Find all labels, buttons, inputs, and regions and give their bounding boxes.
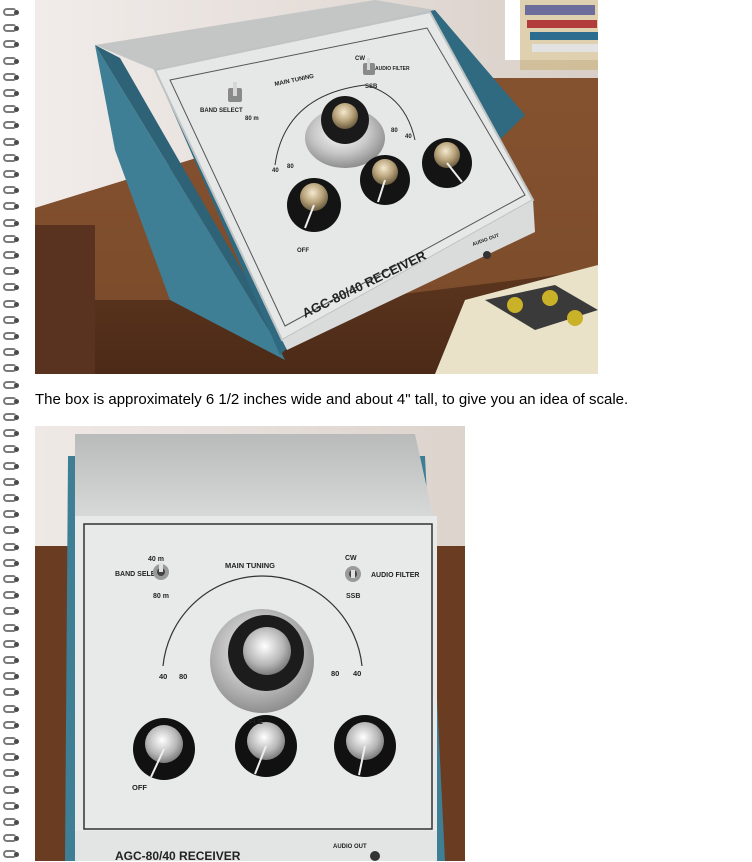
scale-left-80: 80 (179, 672, 187, 681)
scale-left-40: 40 (272, 168, 279, 174)
spiral-ring (3, 330, 21, 344)
audio-filter-label: AUDIO FILTER (375, 66, 410, 72)
ssb-label: SSB (346, 593, 360, 600)
spiral-ring (3, 103, 21, 117)
scale-left-80: 80 (287, 164, 294, 170)
off-label: OFF (297, 248, 309, 254)
spiral-ring (3, 168, 21, 182)
spiral-ring (3, 379, 21, 393)
spiral-ring (3, 767, 21, 781)
band-80-label: 80 m (153, 593, 169, 600)
spiral-ring (3, 152, 21, 166)
spiral-ring (3, 703, 21, 717)
scale-right-80: 80 (391, 128, 398, 134)
main-tuning-label: MAIN TUNING (225, 561, 275, 570)
spiral-ring (3, 6, 21, 20)
spiral-ring (3, 200, 21, 214)
spiral-ring (3, 735, 21, 749)
spiral-ring (3, 136, 21, 150)
spiral-ring (3, 265, 21, 279)
volume-knob[interactable] (287, 178, 341, 232)
spiral-ring (3, 281, 21, 295)
spiral-ring (3, 119, 21, 133)
spiral-ring (3, 784, 21, 798)
cw-label: CW (345, 555, 357, 562)
receiver-photo-front: BAND SELECT 40 m 80 m MAIN TUNING CW AUD… (35, 426, 465, 861)
spiral-ring (3, 524, 21, 538)
spiral-ring (3, 751, 21, 765)
spiral-ring (3, 508, 21, 522)
spiral-ring (3, 71, 21, 85)
spiral-ring (3, 298, 21, 312)
off-label: OFF (132, 783, 147, 792)
device-title: AGC-80/40 RECEIVER (115, 849, 241, 861)
spiral-ring (3, 638, 21, 652)
spiral-ring (3, 22, 21, 36)
spiral-ring (3, 427, 21, 441)
spiral-ring (3, 217, 21, 231)
spiral-ring (3, 346, 21, 360)
spiral-ring (3, 460, 21, 474)
audio-filter-label: AUDIO FILTER (371, 572, 419, 579)
rf-gain-knob[interactable] (334, 715, 396, 777)
spiral-binding (0, 0, 26, 861)
spiral-ring (3, 719, 21, 733)
fine-tune-knob[interactable] (235, 715, 297, 777)
band-select-label: BAND SELECT (200, 108, 243, 114)
spiral-ring (3, 573, 21, 587)
spiral-ring (3, 476, 21, 490)
scale-right-40: 40 (405, 134, 412, 140)
spiral-ring (3, 848, 21, 862)
audio-out-label: AUDIO OUT (333, 844, 367, 850)
spiral-ring (3, 55, 21, 69)
audio-out-jack[interactable] (370, 851, 380, 861)
spiral-ring (3, 686, 21, 700)
band-40-label: 40 m (148, 556, 164, 563)
spiral-ring (3, 816, 21, 830)
receiver-photo-front-image: BAND SELECT 40 m 80 m MAIN TUNING CW AUD… (35, 426, 465, 861)
spiral-ring (3, 654, 21, 668)
audio-filter-toggle[interactable] (345, 566, 361, 582)
spiral-ring (3, 362, 21, 376)
receiver-photo-angled: BAND SELECT 80 m MAIN TUNING CW AUDIO FI… (35, 0, 598, 374)
fine-tune-label-partial: FI E (249, 717, 263, 726)
spiral-ring (3, 38, 21, 52)
spiral-ring (3, 184, 21, 198)
spiral-ring (3, 800, 21, 814)
main-tuning-knob[interactable] (210, 609, 314, 713)
cw-label: CW (355, 56, 365, 62)
spiral-ring (3, 622, 21, 636)
volume-knob[interactable] (133, 718, 195, 780)
spiral-ring (3, 314, 21, 328)
spiral-ring (3, 832, 21, 846)
receiver-photo-angled-image: BAND SELECT 80 m MAIN TUNING CW AUDIO FI… (35, 0, 598, 374)
spiral-ring (3, 411, 21, 425)
spiral-ring (3, 670, 21, 684)
scale-right-40: 40 (353, 669, 361, 678)
spiral-ring (3, 87, 21, 101)
spiral-ring (3, 589, 21, 603)
rf-gain-knob[interactable] (422, 138, 472, 188)
spiral-ring (3, 541, 21, 555)
spiral-ring (3, 557, 21, 571)
spiral-ring (3, 605, 21, 619)
photo-caption: The box is approximately 6 1/2 inches wi… (35, 391, 629, 408)
audio-out-jack[interactable] (483, 251, 491, 259)
spiral-ring (3, 492, 21, 506)
spiral-ring (3, 443, 21, 457)
spiral-ring (3, 395, 21, 409)
fine-tune-knob[interactable] (360, 155, 410, 205)
scale-left-40: 40 (159, 672, 167, 681)
scale-right-80: 80 (331, 669, 339, 678)
band-80-label: 80 m (245, 116, 259, 122)
spiral-ring (3, 233, 21, 247)
spiral-ring (3, 249, 21, 263)
